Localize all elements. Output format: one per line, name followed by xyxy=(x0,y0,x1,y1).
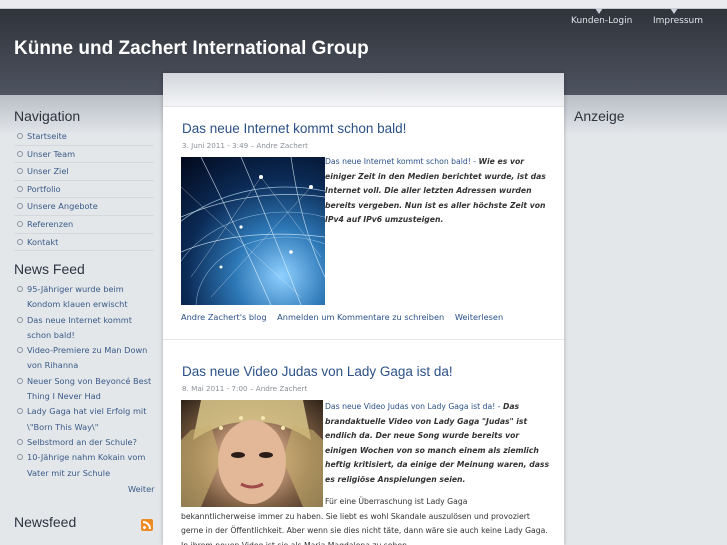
article-links: Andre Zachert's blog Anmelden um Komment… xyxy=(181,312,511,322)
news-feed-heading: News Feed xyxy=(14,261,85,277)
nav-item-startseite[interactable]: Startseite xyxy=(14,128,154,146)
globe-network-graphic xyxy=(181,157,325,305)
article-summary: Das brandaktuelle Video von Lady Gaga "J… xyxy=(325,402,550,484)
nav-item-kontakt[interactable]: Kontakt xyxy=(14,234,154,252)
top-strip xyxy=(0,0,727,9)
news-feed-list: 95-Jähriger wurde beim Kondom klauen erw… xyxy=(14,282,156,481)
globe-network-image[interactable] xyxy=(181,157,325,305)
nav-item-referenzen[interactable]: Referenzen xyxy=(14,216,154,234)
article-title[interactable]: Das neue Internet kommt schon bald! xyxy=(182,121,406,136)
lady-gaga-image[interactable] xyxy=(181,400,323,507)
article-summary: Wie es vor einiger Zeit in den Medien be… xyxy=(325,157,546,225)
portrait-graphic xyxy=(181,400,323,507)
main-content: Das neue Internet kommt schon bald! 3. J… xyxy=(163,73,564,545)
nav-item-unsere-angebote[interactable]: Unsere Angebote xyxy=(14,198,154,216)
chevron-down-icon xyxy=(595,8,603,14)
customer-login-link[interactable]: Kunden-Login xyxy=(571,8,633,26)
article-body: Für eine Überraschung ist Lady Gaga beka… xyxy=(181,495,551,545)
news-item[interactable]: Lady Gaga hat viel Erfolg mit \"Born Thi… xyxy=(14,404,156,435)
news-item[interactable]: Selbstmord an der Schule? xyxy=(14,435,156,450)
customer-login-label: Kunden-Login xyxy=(571,16,633,26)
news-item[interactable]: Video-Premiere zu Man Down von Rihanna xyxy=(14,343,156,374)
article-title[interactable]: Das neue Video Judas von Lady Gaga ist d… xyxy=(182,364,453,379)
news-item[interactable]: 10-Jährige nahm Kokain vom Vater mit zur… xyxy=(14,450,156,481)
article-divider xyxy=(163,339,564,340)
article-teaser: Das neue Internet kommt schon bald! - Wi… xyxy=(325,155,551,228)
login-to-comment-link[interactable]: Anmelden um Kommentare zu schreiben xyxy=(277,312,444,322)
content-top-bar xyxy=(163,73,564,107)
anzeige-heading: Anzeige xyxy=(574,108,625,124)
author-blog-link[interactable]: Andre Zachert's blog xyxy=(181,312,267,322)
nav-item-unser-ziel[interactable]: Unser Ziel xyxy=(14,163,154,181)
article-body-text: bekanntlicherweise immer zu haben. Sie l… xyxy=(181,511,548,545)
navigation-menu: Startseite Unser Team Unser Ziel Portfol… xyxy=(14,128,154,252)
impressum-label: Impressum xyxy=(653,16,704,26)
news-more-link[interactable]: Weiter xyxy=(128,484,155,494)
article-meta: 3. Juni 2011 - 3:49 – Andre Zachert xyxy=(182,141,308,150)
navigation-heading: Navigation xyxy=(14,108,81,124)
impressum-link[interactable]: Impressum xyxy=(653,8,704,26)
nav-item-unser-team[interactable]: Unser Team xyxy=(14,146,154,164)
read-more-link[interactable]: Weiterlesen xyxy=(455,312,503,322)
chevron-down-icon xyxy=(670,8,678,14)
news-item[interactable]: Neuer Song von Beyoncé Best Thing I Neve… xyxy=(14,374,156,405)
nav-item-portfolio[interactable]: Portfolio xyxy=(14,181,154,199)
news-item[interactable]: Das neue Internet kommt schon bald! xyxy=(14,313,156,344)
article-lead[interactable]: Das neue Video Judas von Lady Gaga ist d… xyxy=(325,402,503,411)
site-title[interactable]: Künne und Zachert International Group xyxy=(14,38,369,60)
article-lead[interactable]: Das neue Internet kommt schon bald! - xyxy=(325,157,478,166)
news-item[interactable]: 95-Jähriger wurde beim Kondom klauen erw… xyxy=(14,282,156,313)
article-meta: 8. Mai 2011 - 7:00 – Andre Zachert xyxy=(182,384,308,393)
newsfeed-heading: Newsfeed xyxy=(14,514,77,530)
article-teaser: Das neue Video Judas von Lady Gaga ist d… xyxy=(325,400,551,488)
article-body-first-line: Für eine Überraschung ist Lady Gaga xyxy=(325,497,468,506)
rss-icon[interactable] xyxy=(141,519,153,531)
